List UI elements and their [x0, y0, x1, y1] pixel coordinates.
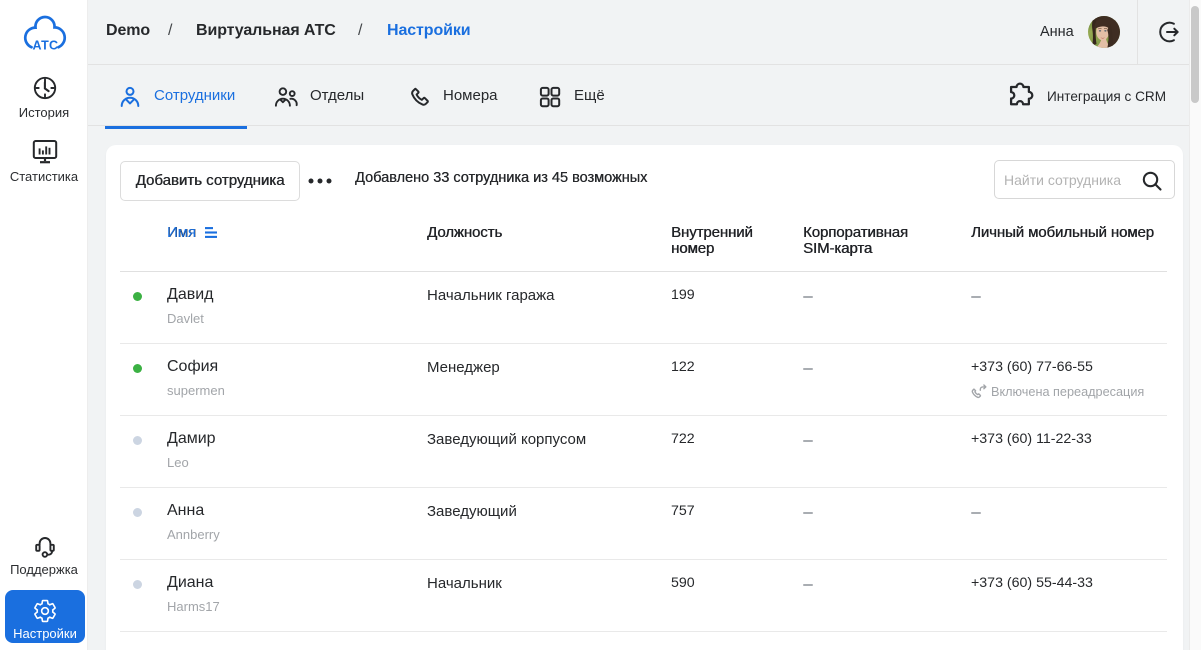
svg-text:АТС: АТС: [33, 38, 59, 52]
